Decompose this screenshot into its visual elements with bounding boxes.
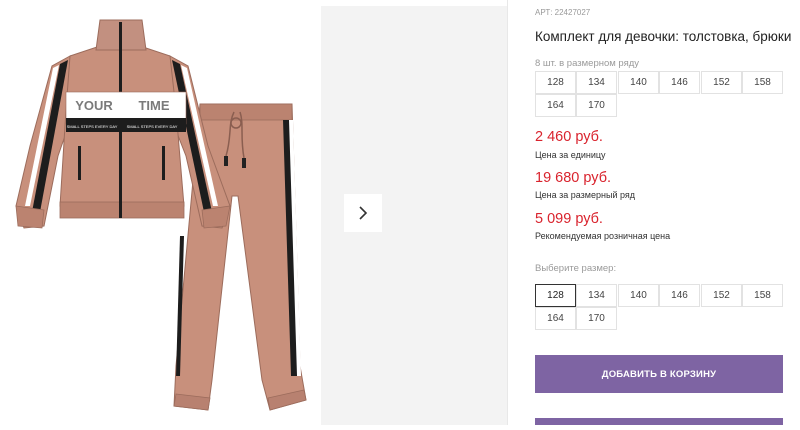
jacket-print-slogan-right: SMALL STEPS EVERY DAY xyxy=(127,124,178,129)
secondary-action-button[interactable] xyxy=(535,418,783,425)
set-price-note: Цена за размерный ряд xyxy=(535,190,636,200)
product-image[interactable]: YOUR TIME SMALL STEPS EVERY DAY SMALL ST… xyxy=(0,6,320,425)
jacket-print-slogan-left: SMALL STEPS EVERY DAY xyxy=(67,124,118,129)
unit-price: 2 460 руб. xyxy=(535,129,603,145)
tracksuit-illustration: YOUR TIME SMALL STEPS EVERY DAY SMALL ST… xyxy=(15,19,307,411)
size-row-cell: 134 xyxy=(576,71,617,94)
next-image-button[interactable] xyxy=(344,194,382,232)
size-option[interactable]: 146 xyxy=(659,284,700,307)
add-to-cart-button[interactable]: ДОБАВИТЬ В КОРЗИНУ xyxy=(535,355,783,393)
jacket-print-word-2: TIME xyxy=(138,98,169,113)
product-title: Комплект для девочки: толстовка, брюки xyxy=(535,29,792,44)
jacket: YOUR TIME SMALL STEPS EVERY DAY SMALL ST… xyxy=(15,19,231,229)
product-gallery: YOUR TIME SMALL STEPS EVERY DAY SMALL ST… xyxy=(0,0,507,425)
size-row-cell: 170 xyxy=(576,94,617,117)
column-divider xyxy=(507,0,508,425)
unit-price-note: Цена за единицу xyxy=(535,150,606,160)
size-option[interactable]: 164 xyxy=(535,307,576,330)
size-row-cell: 158 xyxy=(742,71,783,94)
size-row-cell: 128 xyxy=(535,71,576,94)
size-option[interactable]: 152 xyxy=(701,284,742,307)
product-sku: АРТ: 22427027 xyxy=(535,8,591,17)
size-option[interactable]: 134 xyxy=(576,284,617,307)
size-row-cell: 146 xyxy=(659,71,700,94)
size-option[interactable]: 140 xyxy=(618,284,659,307)
retail-price: 5 099 руб. xyxy=(535,211,603,227)
size-option[interactable]: 170 xyxy=(576,307,617,330)
retail-price-note: Рекомендуемая розничная цена xyxy=(535,231,671,241)
set-price: 19 680 руб. xyxy=(535,170,612,186)
size-row-cell: 140 xyxy=(618,71,659,94)
size-row-cell: 152 xyxy=(701,71,742,94)
size-row-label: 8 шт. в размерном ряду xyxy=(535,58,640,69)
size-option-selected[interactable]: 128 xyxy=(535,284,576,307)
size-option[interactable]: 158 xyxy=(742,284,783,307)
jacket-print-word-1: YOUR xyxy=(75,98,113,113)
size-select-label: Выберите размер: xyxy=(535,263,617,274)
size-row-cell: 164 xyxy=(535,94,576,117)
chevron-right-icon xyxy=(359,206,368,220)
